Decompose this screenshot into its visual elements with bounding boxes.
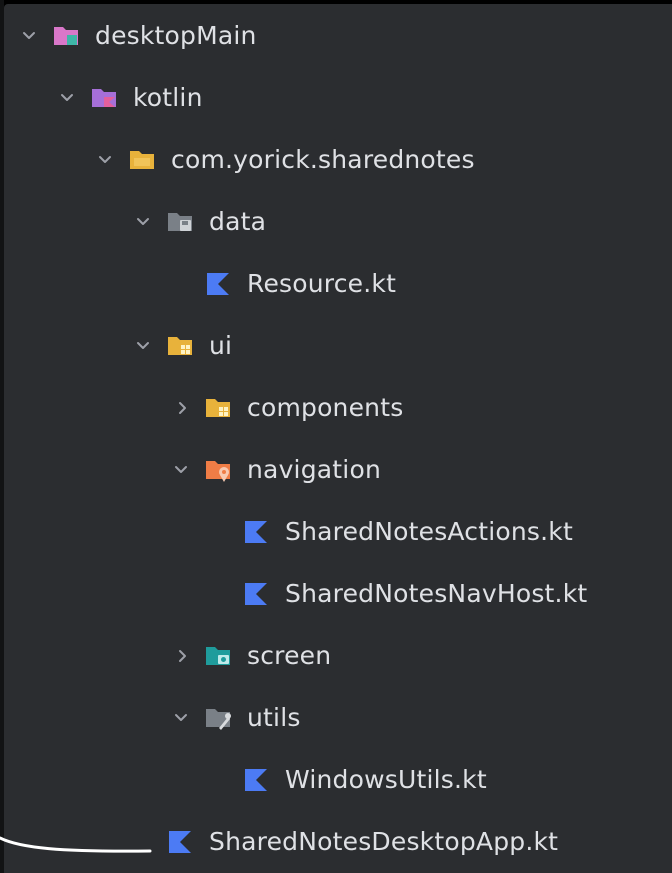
tree-item-windowsutils-kt[interactable]: WindowsUtils.kt — [4, 750, 672, 812]
chevron-down-icon[interactable] — [20, 27, 38, 45]
package-folder-icon — [130, 151, 154, 169]
tree-item-resource-kt[interactable]: Resource.kt — [4, 254, 672, 316]
tree-item-label: SharedNotesActions.kt — [285, 517, 573, 546]
tree-item-sharednotesdesktopapp-kt[interactable]: SharedNotesDesktopApp.kt — [4, 812, 672, 873]
project-tree: desktopMain kotlin com.yorick.sharednote… — [4, 4, 672, 873]
tree-item-label: utils — [247, 703, 301, 732]
tree-item-ui[interactable]: ui — [4, 316, 672, 378]
tree-item-label: kotlin — [133, 83, 203, 112]
chevron-down-icon[interactable] — [172, 461, 190, 479]
tree-item-label: navigation — [247, 455, 381, 484]
kotlin-file-icon — [245, 583, 267, 605]
chevron-right-icon[interactable] — [174, 399, 192, 417]
tree-item-screen[interactable]: screen — [4, 626, 672, 688]
chevron-down-icon[interactable] — [96, 151, 114, 169]
chevron-down-icon[interactable] — [134, 337, 152, 355]
navigation-folder-icon — [206, 461, 230, 482]
tree-item-sharednotesactions-kt[interactable]: SharedNotesActions.kt — [4, 502, 672, 564]
chevron-down-icon[interactable] — [134, 213, 152, 231]
chevron-right-icon[interactable] — [174, 647, 192, 665]
tree-item-label: SharedNotesNavHost.kt — [285, 579, 588, 608]
tree-item-label: SharedNotesDesktopApp.kt — [209, 827, 559, 856]
screen-folder-icon — [206, 647, 230, 665]
tree-item-label: Resource.kt — [247, 269, 397, 298]
kotlin-file-icon — [245, 521, 267, 543]
tree-item-label: screen — [247, 641, 332, 670]
tree-item-label: desktopMain — [95, 21, 257, 50]
tree-item-kotlin[interactable]: kotlin — [4, 68, 672, 130]
tree-item-navigation[interactable]: navigation — [4, 440, 672, 502]
tree-item-components[interactable]: components — [4, 378, 672, 440]
chevron-down-icon[interactable] — [172, 709, 190, 727]
kotlin-file-icon — [207, 273, 229, 295]
chevron-down-icon[interactable] — [58, 89, 76, 107]
tree-item-utils[interactable]: utils — [4, 688, 672, 750]
data-folder-icon — [168, 213, 192, 231]
tree-item-sharednotesnavhost-kt[interactable]: SharedNotesNavHost.kt — [4, 564, 672, 626]
tree-item-desktopmain[interactable]: desktopMain — [4, 6, 672, 68]
kotlin-file-icon — [169, 831, 191, 853]
ui-folder-icon — [168, 337, 192, 355]
tree-item-label: components — [247, 393, 404, 422]
tree-item-label: WindowsUtils.kt — [285, 765, 487, 794]
kotlin-source-folder-icon — [92, 89, 116, 107]
kotlin-file-icon — [245, 769, 267, 791]
project-panel: desktopMain kotlin com.yorick.sharednote… — [4, 4, 672, 873]
source-root-folder-icon — [54, 27, 78, 45]
tree-item-label: com.yorick.sharednotes — [171, 145, 475, 174]
tree-item-label: ui — [209, 331, 233, 360]
ui-folder-icon — [206, 399, 230, 417]
utils-folder-icon — [206, 709, 231, 730]
tree-item-package[interactable]: com.yorick.sharednotes — [4, 130, 672, 192]
tree-item-data[interactable]: data — [4, 192, 672, 254]
tree-item-label: data — [209, 207, 267, 236]
